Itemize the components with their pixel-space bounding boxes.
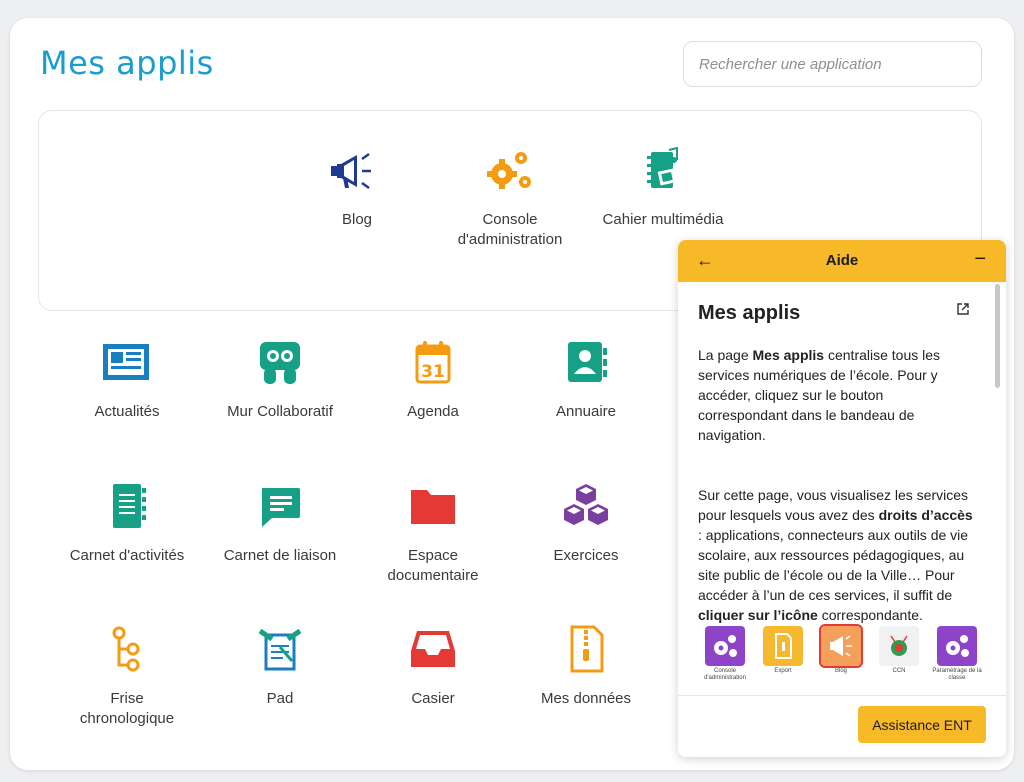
- app-label: Frise chronologique: [79, 690, 175, 727]
- app-label: Casier: [411, 690, 455, 707]
- pad-icon: [258, 628, 302, 671]
- app-mes-donnees[interactable]: Mes données: [511, 625, 661, 709]
- app-console-administration[interactable]: Console d'administration: [435, 146, 585, 250]
- thumbnail-console: Console d'administration: [700, 626, 750, 682]
- app-label: Mur Collaboratif: [227, 403, 333, 420]
- app-label: Actualités: [94, 403, 160, 420]
- app-actualites[interactable]: Actualités: [52, 338, 202, 422]
- timeline-icon: [112, 626, 140, 672]
- help-title: Aide: [825, 252, 859, 269]
- assistance-ent-button[interactable]: Assistance ENT: [858, 706, 986, 743]
- app-label: Carnet d'activités: [69, 547, 185, 564]
- collaborative-wall-icon: [260, 342, 300, 384]
- ccn-logo-icon: [879, 626, 919, 666]
- thumbnail-blog: Blog: [816, 624, 866, 675]
- app-exercices[interactable]: Exercices: [511, 482, 661, 566]
- help-illustration: Console d'administration Export Blog CCN…: [700, 624, 990, 686]
- minimize-icon[interactable]: −: [974, 248, 986, 271]
- calendar-icon: 31: [415, 341, 451, 384]
- activity-notebook-icon: [113, 484, 146, 528]
- help-heading: Mes applis: [698, 302, 801, 324]
- multimedia-notebook-icon: [647, 146, 678, 188]
- app-casier[interactable]: Casier: [358, 625, 508, 709]
- gears-icon: [937, 626, 977, 666]
- app-label: Cahier multimédia: [602, 211, 724, 228]
- chat-bubble-icon: [262, 488, 300, 527]
- search-input[interactable]: [683, 41, 982, 87]
- gears-icon: [487, 152, 531, 189]
- app-agenda[interactable]: 31 Agenda: [358, 338, 508, 422]
- thumbnail-export: Export: [758, 626, 808, 675]
- help-panel: ← Aide − Mes applis La page Mes applis c…: [678, 240, 1006, 757]
- help-scrollbar[interactable]: [995, 284, 1000, 388]
- thumbnail-ccn: CCN: [874, 626, 924, 675]
- app-label: Mes données: [540, 690, 632, 707]
- external-link-icon[interactable]: [956, 302, 970, 316]
- inbox-tray-icon: [411, 631, 455, 667]
- app-label: Exercices: [553, 547, 619, 564]
- help-paragraph: La page Mes applis centralise tous les s…: [698, 347, 941, 443]
- thumbnail-parametrage: Paramétrage de la classe: [932, 626, 982, 682]
- help-header: ← Aide −: [678, 240, 1006, 282]
- folder-icon: [411, 490, 455, 524]
- app-cahier-multimedia[interactable]: Cahier multimédia: [588, 146, 738, 230]
- app-label: Agenda: [407, 403, 459, 420]
- app-blog[interactable]: Blog: [282, 146, 432, 230]
- svg-text:31: 31: [421, 362, 445, 382]
- megaphone-icon: [819, 624, 863, 668]
- app-carnet-activites[interactable]: Carnet d'activités: [52, 482, 202, 566]
- megaphone-icon: [331, 152, 371, 190]
- file-icon: [763, 626, 803, 666]
- page-title: Mes applis: [40, 44, 214, 82]
- app-label: Espace documentaire: [387, 547, 479, 584]
- contacts-book-icon: [568, 342, 607, 382]
- app-mur-collaboratif[interactable]: Mur Collaboratif: [205, 338, 355, 422]
- help-footer: Assistance ENT: [678, 695, 1006, 757]
- help-paragraph: Sur cette page, vous visualisez les serv…: [698, 487, 973, 623]
- app-label: Carnet de liaison: [223, 547, 337, 564]
- gears-icon: [705, 626, 745, 666]
- app-annuaire[interactable]: Annuaire: [511, 338, 661, 422]
- newspaper-icon: [103, 344, 149, 380]
- app-frise-chronologique[interactable]: Frise chronologique: [52, 625, 202, 729]
- zip-file-icon: [570, 625, 604, 673]
- app-espace-documentaire[interactable]: Espace documentaire: [358, 482, 508, 586]
- app-label: Console d'administration: [457, 211, 563, 248]
- app-pad[interactable]: Pad: [205, 625, 355, 709]
- app-carnet-liaison[interactable]: Carnet de liaison: [205, 482, 355, 566]
- cubes-icon: [564, 484, 608, 525]
- app-label: Pad: [266, 690, 294, 707]
- app-label: Annuaire: [555, 403, 617, 420]
- app-label: Blog: [341, 211, 373, 228]
